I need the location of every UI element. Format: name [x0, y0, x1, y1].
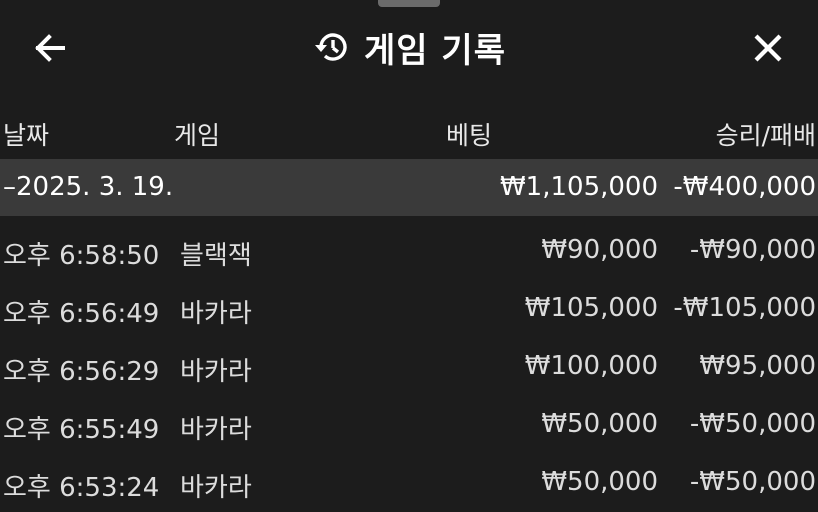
drag-handle[interactable]: [378, 0, 440, 7]
column-header-result: 승리/패배: [715, 121, 816, 150]
row-time: 오후 6:56:49: [3, 299, 160, 329]
table-row[interactable]: 오후 6:58:50 블랙잭 ₩90,000 -₩90,000: [0, 222, 818, 280]
summary-result-total: -₩400,000: [673, 172, 816, 202]
row-time: 오후 6:56:29: [3, 357, 160, 387]
header: 게임 기록: [0, 12, 818, 82]
game-history-sheet: 게임 기록 날짜 게임 베팅 승리/패배 –2025. 3. 19. ₩1,10…: [0, 0, 818, 512]
row-bet: ₩105,000: [524, 293, 658, 323]
column-header-bet: 베팅: [446, 121, 493, 150]
table-row[interactable]: 오후 6:56:29 바카라 ₩100,000 ₩95,000: [0, 338, 818, 396]
row-result: -₩90,000: [689, 235, 816, 265]
arrow-left-icon: [35, 34, 65, 62]
page-title: 게임 기록: [364, 30, 506, 71]
row-game: 블랙잭: [180, 241, 252, 271]
row-bet: ₩100,000: [524, 351, 658, 381]
row-result: -₩50,000: [689, 409, 816, 439]
row-bet: ₩50,000: [541, 467, 658, 497]
date-summary-row[interactable]: –2025. 3. 19. ₩1,105,000 -₩400,000: [0, 159, 818, 216]
row-game: 바카라: [180, 299, 252, 329]
back-button[interactable]: [28, 26, 72, 70]
row-game: 바카라: [180, 473, 252, 503]
summary-date: –2025. 3. 19.: [3, 172, 174, 202]
row-bet: ₩50,000: [541, 409, 658, 439]
close-icon: [754, 34, 782, 62]
title-group: 게임 기록: [312, 23, 506, 72]
close-button[interactable]: [746, 26, 790, 70]
table-header: 날짜 게임 베팅 승리/패배: [0, 108, 818, 152]
history-icon: [315, 33, 347, 61]
table-row[interactable]: 오후 6:56:49 바카라 ₩105,000 -₩105,000: [0, 280, 818, 338]
history-list: 오후 6:58:50 블랙잭 ₩90,000 -₩90,000 오후 6:56:…: [0, 222, 818, 512]
row-result: ₩95,000: [699, 351, 816, 381]
row-game: 바카라: [180, 357, 252, 387]
column-header-date: 날짜: [3, 121, 50, 150]
table-row[interactable]: 오후 6:53:24 바카라 ₩50,000 -₩50,000: [0, 454, 818, 512]
column-header-game: 게임: [174, 121, 221, 150]
row-bet: ₩90,000: [541, 235, 658, 265]
summary-bet-total: ₩1,105,000: [499, 172, 658, 202]
row-result: -₩50,000: [689, 467, 816, 497]
row-time: 오후 6:53:24: [3, 473, 160, 503]
table-row[interactable]: 오후 6:55:49 바카라 ₩50,000 -₩50,000: [0, 396, 818, 454]
row-game: 바카라: [180, 415, 252, 445]
row-result: -₩105,000: [673, 293, 816, 323]
row-time: 오후 6:55:49: [3, 415, 160, 445]
row-time: 오후 6:58:50: [3, 241, 160, 271]
